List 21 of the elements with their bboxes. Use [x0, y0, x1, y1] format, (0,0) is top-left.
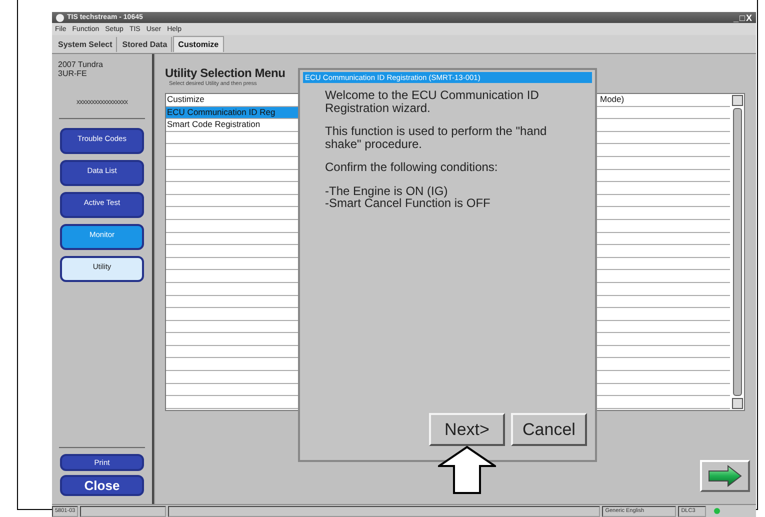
list-item[interactable]: Smart Code Registration	[166, 119, 302, 131]
window-control[interactable]: X	[746, 12, 752, 22]
tab[interactable]: Customize	[173, 36, 224, 52]
scrollbar[interactable]	[732, 95, 743, 409]
dialog-text: Welcome to the ECU Communication ID Registration wizard.	[325, 89, 540, 114]
window-control[interactable]: □	[740, 12, 745, 22]
vehicle-model: 2007 Tundra 3UR-FE	[58, 60, 103, 78]
dialog-text: Confirm the following conditions:	[325, 161, 499, 174]
dialog-text: -The Engine is ON (IG) -Smart Cancel Function is OFF	[325, 184, 492, 210]
close-button[interactable]: Close	[60, 475, 144, 496]
next-button[interactable]: Next>	[429, 413, 505, 446]
up-arrow-icon	[438, 446, 496, 494]
next-arrow-button[interactable]	[700, 460, 750, 492]
app-icon	[56, 14, 64, 22]
dialog-text: This function is used to perform the "hand shake" procedure.	[325, 125, 548, 150]
window-control[interactable]: _	[734, 12, 739, 22]
arrow-right-icon	[708, 465, 742, 487]
menu-heading: Utility Selection Menu	[165, 66, 286, 80]
cancel-button[interactable]: Cancel	[511, 413, 587, 446]
list-item-detail: Mode)	[599, 94, 626, 106]
list-item[interactable]: Custimize	[166, 94, 302, 106]
